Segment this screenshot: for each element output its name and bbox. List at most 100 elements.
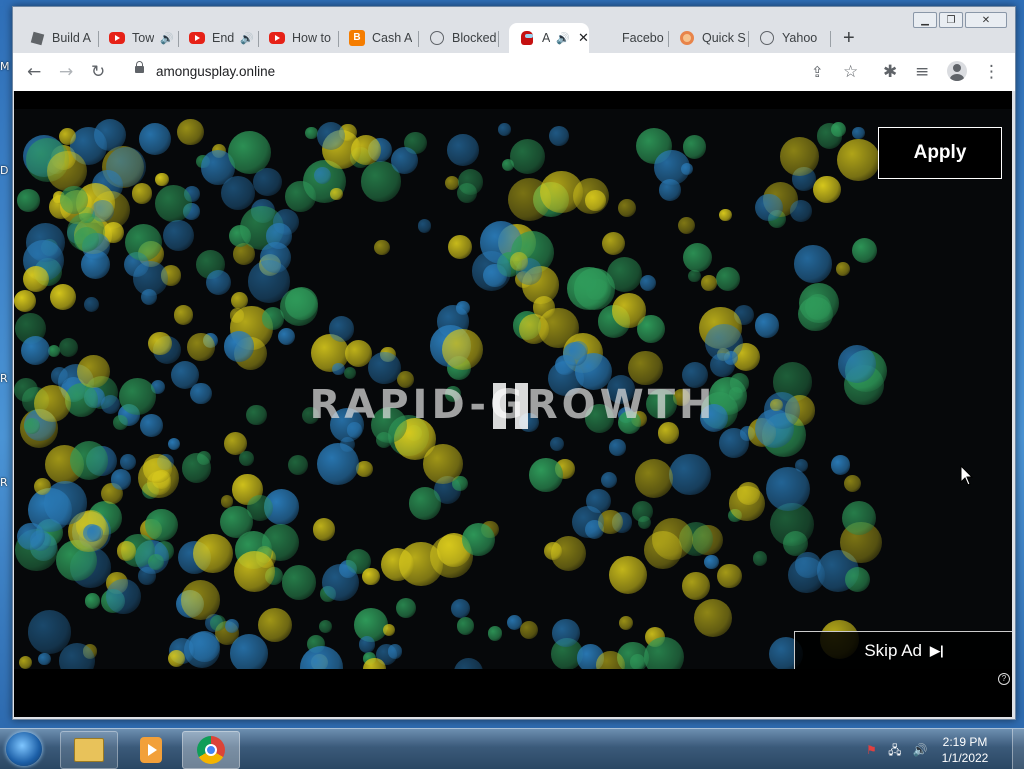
tab-cash-a[interactable]: B Cash A [339, 23, 419, 53]
menu-icon[interactable]: ⋮ [983, 62, 1000, 82]
particle [550, 436, 565, 452]
toolbar: ← → ↻ amongusplay.online ⇪ ☆ ✱ ≡ ⋮ [13, 53, 1015, 91]
particle [717, 563, 742, 588]
particle [682, 572, 711, 601]
particle [442, 329, 483, 370]
particle [233, 550, 276, 592]
particle [209, 614, 227, 631]
desktop-icon-label[interactable]: R [0, 372, 12, 385]
particle [368, 351, 401, 385]
share-icon[interactable]: ⇪ [811, 62, 824, 82]
ad-video[interactable]: RAPID-GROWTH Apply Skip Ad ▶| [14, 109, 1012, 669]
particle [358, 635, 376, 653]
particle [272, 208, 299, 235]
tab-blocked[interactable]: Blocked [419, 23, 499, 53]
close-tab-icon[interactable]: ✕ [578, 30, 589, 46]
reload-icon[interactable]: ↻ [91, 62, 105, 82]
particle [456, 617, 475, 636]
particle [22, 265, 49, 292]
particle [715, 266, 740, 292]
particle [611, 293, 647, 328]
particle [471, 251, 512, 291]
particle [704, 554, 720, 570]
tab-tow[interactable]: Tow 🔊 [99, 23, 179, 53]
extensions-icon[interactable]: ✱ [883, 62, 897, 82]
particle [282, 565, 317, 600]
particle [262, 307, 285, 330]
tab-build-a[interactable]: Build A [19, 23, 99, 53]
particle [540, 170, 584, 214]
profile-avatar[interactable] [947, 61, 967, 81]
back-icon[interactable]: ← [27, 62, 41, 82]
particle [173, 305, 194, 325]
facebook-icon [599, 30, 615, 46]
tab-quick-s[interactable]: Quick S [669, 23, 749, 53]
particle [509, 252, 529, 271]
particle [228, 131, 272, 175]
particle [635, 459, 674, 498]
youtube-icon [189, 30, 205, 46]
particle [330, 187, 343, 200]
particle [444, 176, 459, 191]
bookmark-star-icon[interactable]: ☆ [843, 62, 858, 82]
clock-time: 2:19 PM [942, 735, 988, 749]
particle [26, 223, 65, 262]
tab-how-to[interactable]: How to [259, 23, 339, 53]
speaker-icon[interactable]: 🔊 [240, 32, 254, 45]
speaker-icon[interactable]: 🔊 [556, 32, 570, 45]
chrome-icon[interactable] [182, 731, 240, 769]
particle [18, 655, 32, 669]
particle [519, 620, 538, 639]
particle [423, 444, 464, 484]
tab-among-us[interactable]: A 🔊 ✕ [509, 23, 589, 53]
particle [132, 260, 168, 296]
desktop-icon-label[interactable]: D [0, 164, 12, 177]
network-icon[interactable]: 🖧 [888, 743, 901, 757]
help-icon[interactable]: ? [998, 673, 1010, 685]
particle [608, 555, 648, 595]
new-tab-button[interactable]: + [843, 27, 855, 50]
particle [155, 172, 170, 187]
media-control-icon[interactable]: ≡ [915, 62, 929, 82]
tab-yahoo[interactable]: Yahoo [749, 23, 831, 53]
speaker-icon[interactable]: 🔊 [160, 32, 174, 45]
skip-icon: ▶| [930, 643, 944, 658]
desktop-icon-label[interactable]: M [0, 60, 12, 73]
particle [462, 523, 495, 556]
tab-label: How to [292, 31, 331, 45]
start-button[interactable] [6, 732, 42, 766]
clock[interactable]: 2:19 PM 1/1/2022 [930, 734, 1000, 766]
lock-icon[interactable] [135, 61, 144, 73]
particle [49, 283, 76, 310]
particle [362, 567, 380, 585]
particle [447, 134, 479, 166]
desktop-icon-label[interactable]: R [0, 476, 12, 489]
particle [618, 615, 634, 631]
particle [852, 126, 866, 140]
quick-icon [679, 30, 695, 46]
particle [238, 450, 254, 466]
particle [316, 121, 345, 150]
address-bar[interactable]: amongusplay.online [125, 57, 845, 87]
pause-icon[interactable] [493, 383, 533, 429]
particle [120, 453, 136, 470]
volume-icon[interactable]: 🔊 [913, 743, 928, 757]
tab-facebook[interactable]: Facebo [589, 23, 669, 53]
file-explorer-icon[interactable] [60, 731, 118, 769]
flag-icon[interactable]: ⚑ [866, 743, 877, 757]
media-player-icon[interactable] [122, 731, 180, 769]
globe-icon [759, 30, 775, 46]
particle [131, 183, 153, 204]
url-text[interactable]: amongusplay.online [156, 64, 275, 79]
particle [755, 193, 783, 221]
particle [167, 649, 185, 667]
apply-button[interactable]: Apply [878, 127, 1002, 179]
particle [788, 556, 825, 594]
particle [356, 460, 373, 478]
skip-ad-button[interactable]: Skip Ad ▶| [794, 631, 1012, 669]
show-desktop-button[interactable] [1012, 729, 1024, 769]
tab-end[interactable]: End 🔊 [179, 23, 259, 53]
forward-icon[interactable]: → [59, 62, 73, 82]
particle [223, 331, 254, 362]
roblox-icon [29, 30, 45, 46]
